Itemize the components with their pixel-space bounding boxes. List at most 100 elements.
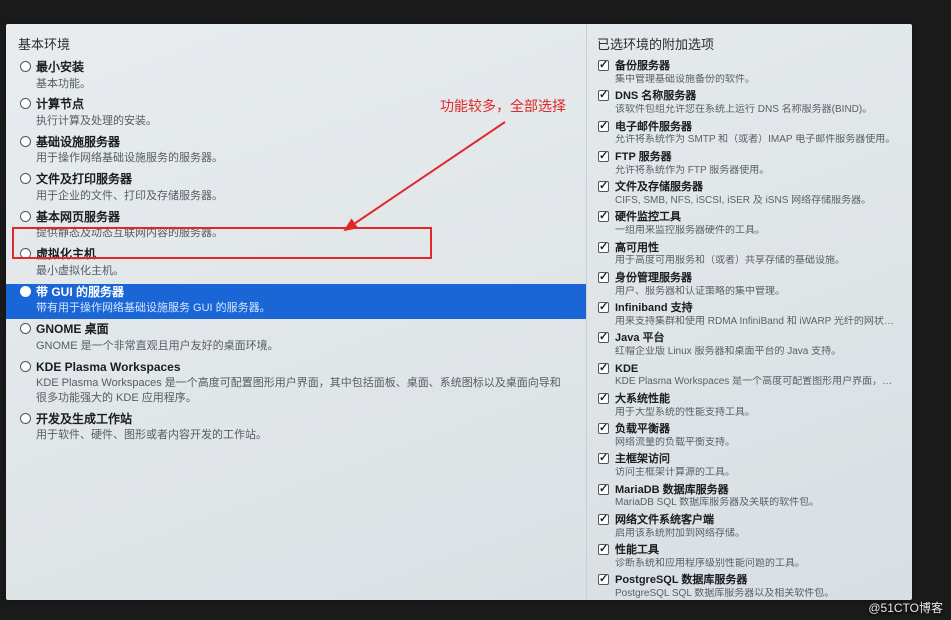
env-item[interactable]: 最小安装基本功能。 [18, 59, 574, 94]
addon-item-name: 电子邮件服务器 [615, 121, 900, 135]
addon-item-name: Java 平台 [615, 332, 900, 346]
checkbox-icon[interactable] [598, 574, 609, 585]
addon-item-name: 备份服务器 [615, 60, 900, 74]
env-item[interactable]: 虚拟化主机最小虚拟化主机。 [18, 246, 574, 281]
addon-item[interactable]: DNS 名称服务器该软件包组允许您在系统上运行 DNS 名称服务器(BIND)。 [597, 89, 902, 118]
addon-item-name: 网络文件系统客户端 [615, 514, 900, 528]
addon-item-name: KDE [615, 363, 900, 377]
radio-icon[interactable] [20, 361, 31, 372]
env-item-desc: 用于软件、硬件、图形或者内容开发的工作站。 [36, 428, 570, 443]
env-item-name: 虚拟化主机 [36, 247, 570, 263]
env-item-desc: 执行计算及处理的安装。 [36, 114, 570, 129]
checkbox-icon[interactable] [598, 272, 609, 283]
checkbox-icon[interactable] [598, 393, 609, 404]
checkbox-icon[interactable] [598, 332, 609, 343]
radio-icon[interactable] [20, 173, 31, 184]
base-environment-pane: 基本环境 最小安装基本功能。计算节点执行计算及处理的安装。基础设施服务器用于操作… [6, 24, 586, 600]
addon-item[interactable]: Infiniband 支持用来支持集群和使用 RDMA InfiniBand 和… [597, 301, 902, 330]
installer-window: 基本环境 最小安装基本功能。计算节点执行计算及处理的安装。基础设施服务器用于操作… [6, 24, 912, 600]
env-item[interactable]: GNOME 桌面GNOME 是一个非常直观且用户友好的桌面环境。 [18, 321, 574, 356]
checkbox-icon[interactable] [598, 514, 609, 525]
env-item[interactable]: 基础设施服务器用于操作网络基础设施服务的服务器。 [18, 134, 574, 169]
addon-item-name: DNS 名称服务器 [615, 90, 900, 104]
monitor-frame: 基本环境 最小安装基本功能。计算节点执行计算及处理的安装。基础设施服务器用于操作… [0, 0, 951, 620]
env-item-name: 开发及生成工作站 [36, 412, 570, 428]
addon-item-desc: 访问主框架计算源的工具。 [615, 467, 900, 480]
addon-item[interactable]: Java 平台红帽企业版 Linux 服务器和桌面平台的 Java 支持。 [597, 331, 902, 360]
radio-icon[interactable] [20, 413, 31, 424]
env-item-name: GNOME 桌面 [36, 322, 570, 338]
checkbox-icon[interactable] [598, 453, 609, 464]
base-env-title: 基本环境 [18, 34, 574, 53]
env-item[interactable]: 带 GUI 的服务器带有用于操作网络基础设施服务 GUI 的服务器。 [6, 284, 586, 319]
addon-item[interactable]: 电子邮件服务器允许将系统作为 SMTP 和（或者）IMAP 电子邮件服务器使用。 [597, 120, 902, 149]
addon-item[interactable]: 高可用性用于高度可用服务和（或者）共享存储的基础设施。 [597, 241, 902, 270]
addon-item-desc: 用来支持集群和使用 RDMA InfiniBand 和 iWARP 光纤的网状连… [615, 316, 900, 329]
addon-item-desc: 用于高度可用服务和（或者）共享存储的基础设施。 [615, 255, 900, 268]
addon-item[interactable]: MariaDB 数据库服务器MariaDB SQL 数据库服务器及关联的软件包。 [597, 483, 902, 512]
addon-item[interactable]: 文件及存储服务器CIFS, SMB, NFS, iSCSI, iSER 及 iS… [597, 180, 902, 209]
env-item[interactable]: 开发及生成工作站用于软件、硬件、图形或者内容开发的工作站。 [18, 411, 574, 446]
checkbox-icon[interactable] [598, 211, 609, 222]
env-item-name: 基本网页服务器 [36, 210, 570, 226]
checkbox-icon[interactable] [598, 302, 609, 313]
env-item[interactable]: KDE Plasma WorkspacesKDE Plasma Workspac… [18, 359, 574, 409]
radio-icon[interactable] [20, 136, 31, 147]
addon-item-name: MariaDB 数据库服务器 [615, 484, 900, 498]
env-item-name: 最小安装 [36, 60, 570, 76]
checkbox-icon[interactable] [598, 60, 609, 71]
addon-item-desc: 红帽企业版 Linux 服务器和桌面平台的 Java 支持。 [615, 346, 900, 359]
addon-item[interactable]: PostgreSQL 数据库服务器PostgreSQL SQL 数据库服务器以及… [597, 573, 902, 600]
addons-title: 已选环境的附加选项 [597, 34, 902, 53]
env-item-name: 文件及打印服务器 [36, 172, 570, 188]
addon-item[interactable]: 硬件监控工具一组用来监控服务器硬件的工具。 [597, 210, 902, 239]
addon-item-desc: PostgreSQL SQL 数据库服务器以及相关软件包。 [615, 588, 900, 600]
addon-item[interactable]: 负载平衡器网络流量的负载平衡支持。 [597, 422, 902, 451]
checkbox-icon[interactable] [598, 544, 609, 555]
env-item-desc: GNOME 是一个非常直观且用户友好的桌面环境。 [36, 339, 570, 354]
addon-item[interactable]: 备份服务器集中管理基础设施备份的软件。 [597, 59, 902, 88]
addon-item-name: 负载平衡器 [615, 423, 900, 437]
addon-item-desc: 一组用来监控服务器硬件的工具。 [615, 225, 900, 238]
checkbox-icon[interactable] [598, 363, 609, 374]
addon-item[interactable]: 大系统性能用于大型系统的性能支持工具。 [597, 392, 902, 421]
checkbox-icon[interactable] [598, 121, 609, 132]
addon-item[interactable]: 主框架访问访问主框架计算源的工具。 [597, 452, 902, 481]
checkbox-icon[interactable] [598, 423, 609, 434]
addon-item-desc: MariaDB SQL 数据库服务器及关联的软件包。 [615, 497, 900, 510]
addon-item-desc: 集中管理基础设施备份的软件。 [615, 74, 900, 87]
checkbox-icon[interactable] [598, 151, 609, 162]
addon-item[interactable]: 网络文件系统客户端启用该系统附加到网络存储。 [597, 513, 902, 542]
env-item-desc: 最小虚拟化主机。 [36, 264, 570, 279]
radio-icon[interactable] [20, 98, 31, 109]
env-item-name: 计算节点 [36, 97, 570, 113]
radio-icon[interactable] [20, 286, 31, 297]
checkbox-icon[interactable] [598, 181, 609, 192]
addon-item-name: 硬件监控工具 [615, 211, 900, 225]
checkbox-icon[interactable] [598, 242, 609, 253]
addon-item-name: 性能工具 [615, 544, 900, 558]
addon-item-desc: 启用该系统附加到网络存储。 [615, 528, 900, 541]
addon-item[interactable]: KDEKDE Plasma Workspaces 是一个高度可配置图形用户界面，… [597, 362, 902, 391]
env-item-desc: 基本功能。 [36, 77, 570, 92]
env-item[interactable]: 基本网页服务器提供静态及动态互联网内容的服务器。 [18, 209, 574, 244]
addon-item-name: 身份管理服务器 [615, 272, 900, 286]
addon-item-desc: 用户、服务器和认证策略的集中管理。 [615, 286, 900, 299]
addon-item-desc: 网络流量的负载平衡支持。 [615, 437, 900, 450]
env-item[interactable]: 计算节点执行计算及处理的安装。 [18, 96, 574, 131]
checkbox-icon[interactable] [598, 90, 609, 101]
addon-item[interactable]: 性能工具诊断系统和应用程序级别性能问题的工具。 [597, 543, 902, 572]
addon-item[interactable]: FTP 服务器允许将系统作为 FTP 服务器使用。 [597, 150, 902, 179]
radio-icon[interactable] [20, 61, 31, 72]
addon-item-desc: 该软件包组允许您在系统上运行 DNS 名称服务器(BIND)。 [615, 104, 900, 117]
env-item[interactable]: 文件及打印服务器用于企业的文件、打印及存储服务器。 [18, 171, 574, 206]
radio-icon[interactable] [20, 248, 31, 259]
radio-icon[interactable] [20, 211, 31, 222]
addon-item[interactable]: 身份管理服务器用户、服务器和认证策略的集中管理。 [597, 271, 902, 300]
env-item-desc: 带有用于操作网络基础设施服务 GUI 的服务器。 [36, 301, 574, 316]
addon-item-name: PostgreSQL 数据库服务器 [615, 574, 900, 588]
addon-item-desc: 允许将系统作为 SMTP 和（或者）IMAP 电子邮件服务器使用。 [615, 134, 900, 147]
checkbox-icon[interactable] [598, 484, 609, 495]
env-item-desc: 提供静态及动态互联网内容的服务器。 [36, 226, 570, 241]
radio-icon[interactable] [20, 323, 31, 334]
